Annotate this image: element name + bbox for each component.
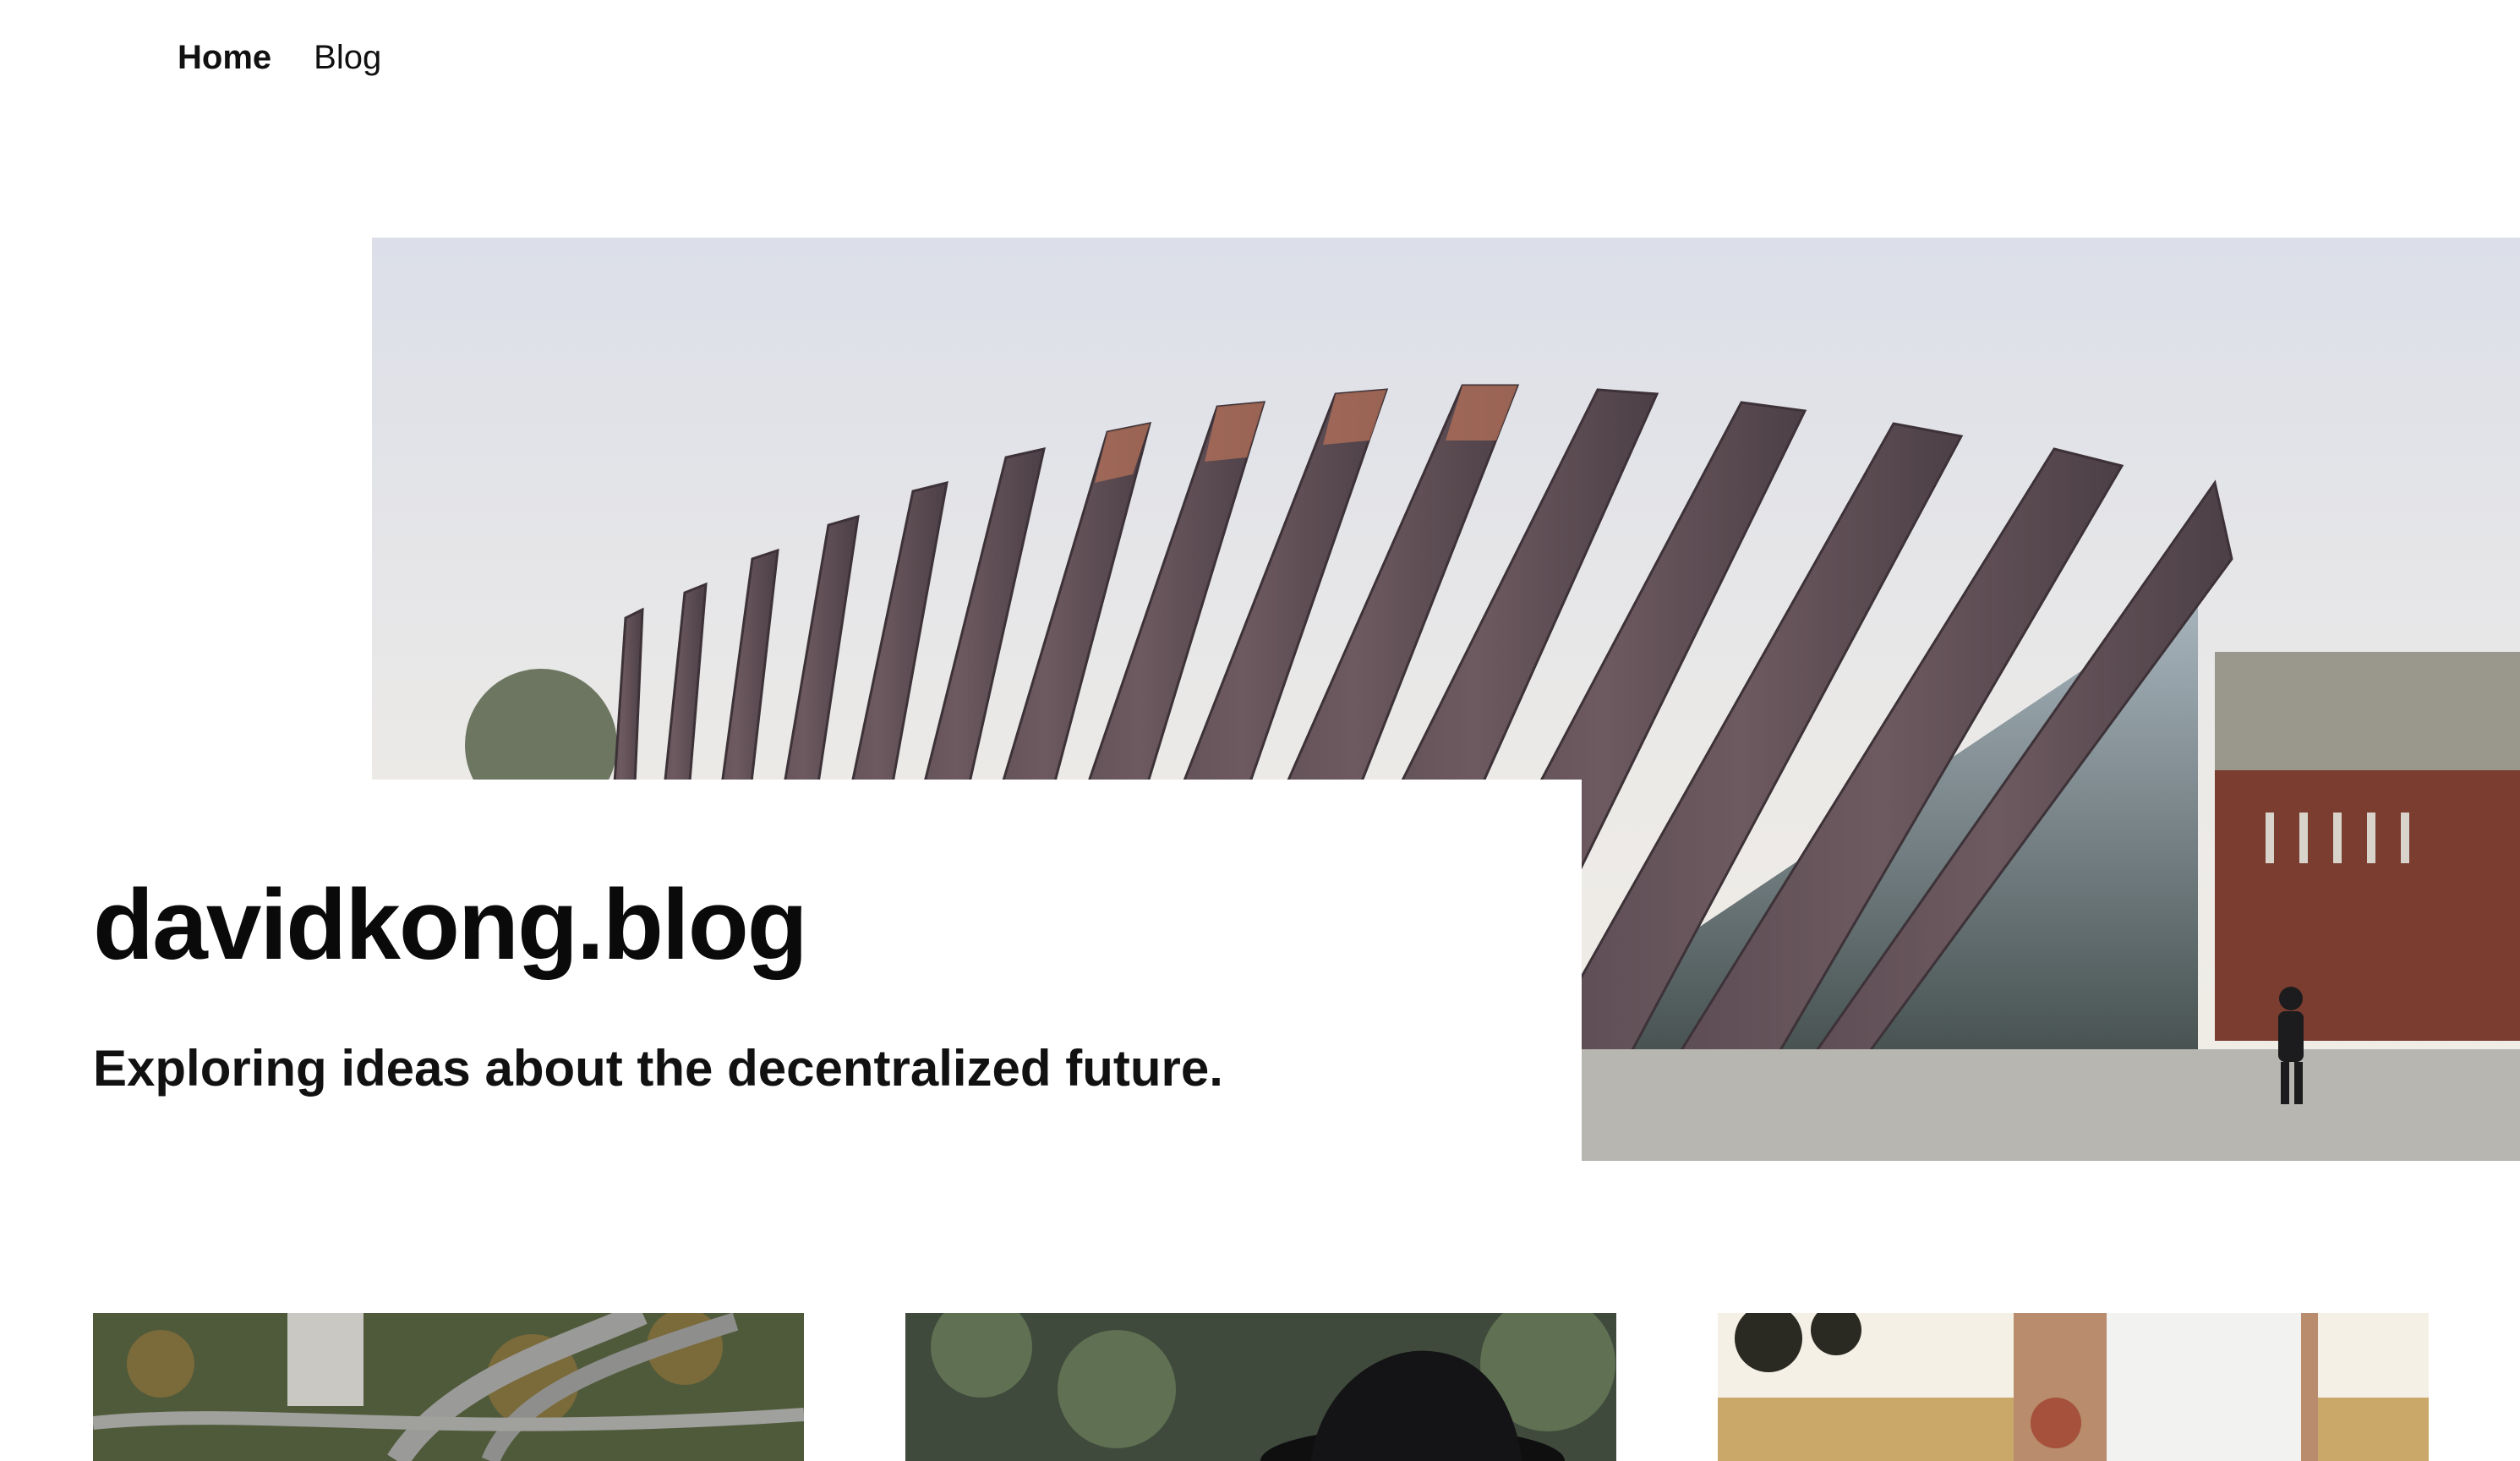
post-thumbnail-tattoo[interactable] [1718, 1313, 2429, 1461]
person-hat-image [905, 1313, 1616, 1461]
nav-home-link[interactable]: Home [178, 39, 271, 77]
tattoo-field-image [1718, 1313, 2429, 1461]
post-thumbnail-hat[interactable] [905, 1313, 1616, 1461]
aerial-highway-image [93, 1313, 804, 1461]
top-navigation: Home Blog [178, 34, 381, 81]
site-title: davidkong.blog [93, 869, 808, 981]
site-tagline: Exploring ideas about the decentralized … [93, 1040, 1223, 1097]
nav-blog-link[interactable]: Blog [314, 39, 381, 77]
post-thumbnail-aerial[interactable] [93, 1313, 804, 1461]
